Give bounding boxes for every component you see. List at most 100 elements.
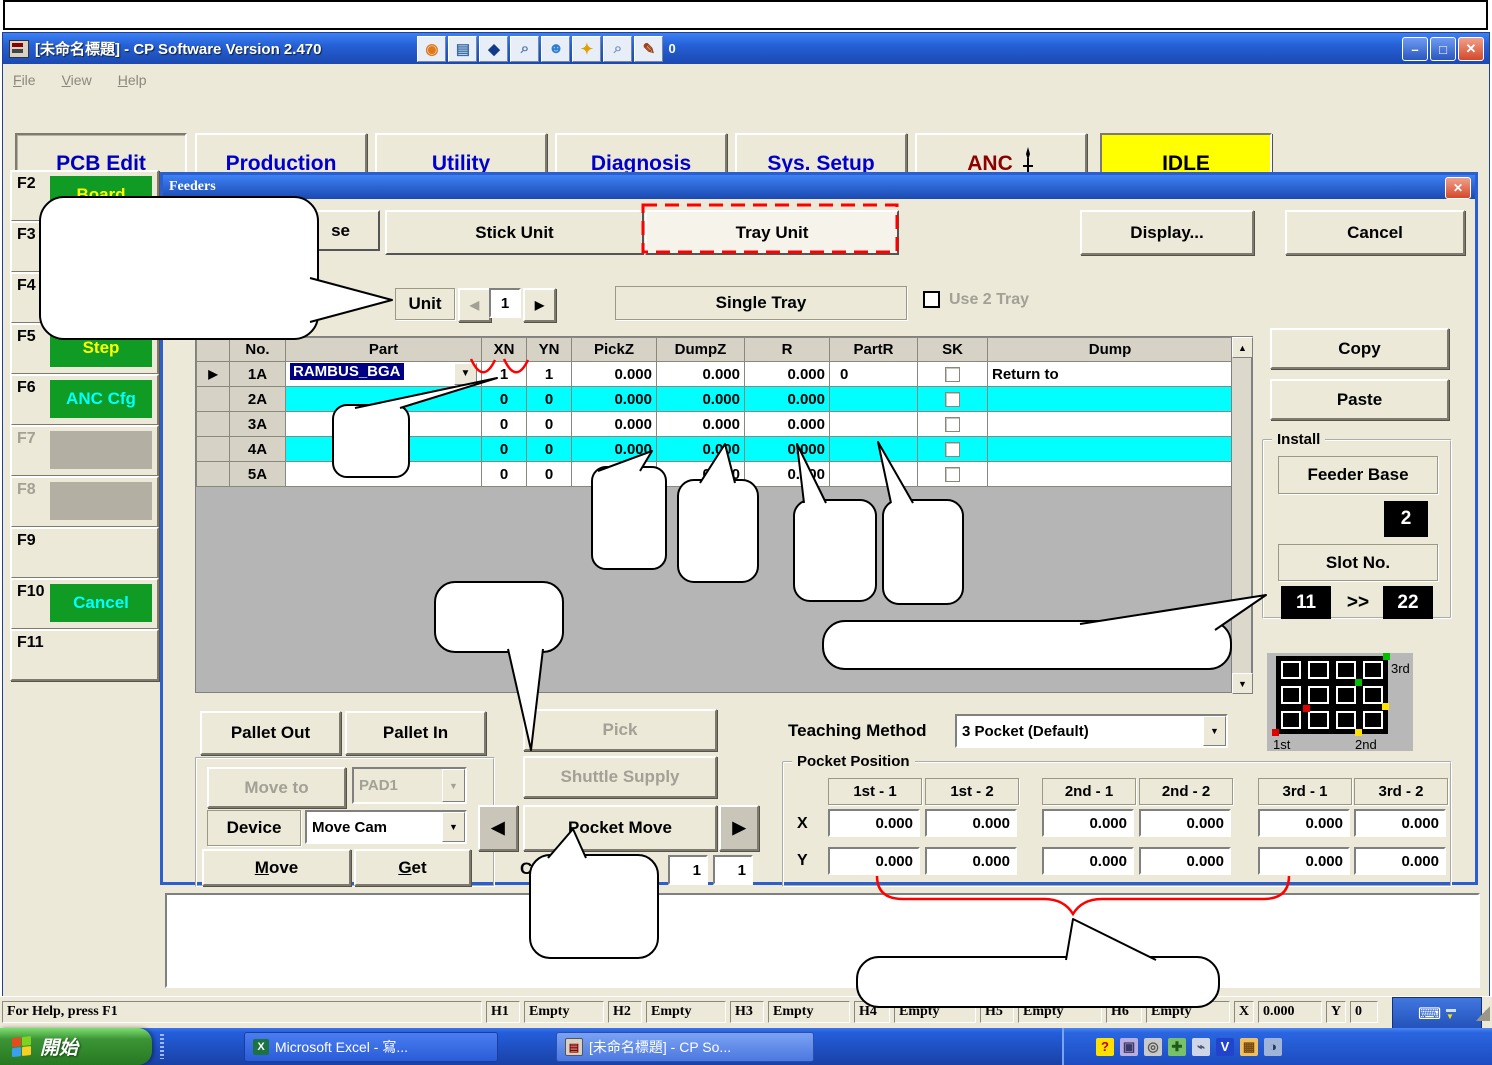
- pocket-next-button[interactable]: ▶: [719, 805, 759, 851]
- status-help-text: For Help, press F1: [2, 1001, 482, 1023]
- tab-stick-unit[interactable]: Stick Unit: [385, 210, 644, 255]
- fkey-f10-button[interactable]: F10Cancel: [10, 578, 159, 630]
- pocket-x-field-1[interactable]: 0.000: [828, 809, 920, 837]
- tab-feeder-base[interactable]: se: [168, 210, 380, 251]
- scroll-up-icon[interactable]: ▲: [1232, 337, 1253, 358]
- fkey-f11-button[interactable]: F11: [10, 629, 159, 681]
- fkey-f8-button[interactable]: F8: [10, 476, 159, 528]
- table-row[interactable]: ▶1A▼RAMBUS_BGA110.0000.0000.0000Return t…: [197, 362, 1233, 387]
- unit-value[interactable]: 1: [489, 288, 521, 318]
- dialog-cancel-button[interactable]: Cancel: [1285, 210, 1465, 255]
- table-row[interactable]: 5A000.0000.0000.000: [197, 462, 1233, 487]
- fkey-f2-button[interactable]: F2Board: [10, 170, 159, 222]
- pocket-y-field-1[interactable]: 0.000: [828, 847, 920, 875]
- move-to-button[interactable]: Move to: [207, 767, 346, 808]
- message-log-panel: [165, 893, 1480, 988]
- fkey-f4-button[interactable]: F4: [10, 272, 159, 324]
- pocket-move-button[interactable]: Pocket Move: [523, 805, 717, 851]
- fkey-f9-button[interactable]: F9: [10, 527, 159, 579]
- pocket-x-field-6[interactable]: 0.000: [1354, 809, 1446, 837]
- pallet-in-button[interactable]: Pallet In: [345, 711, 486, 755]
- pick-button[interactable]: Pick: [523, 709, 717, 751]
- menu-view[interactable]: View: [62, 72, 92, 88]
- get-button[interactable]: Get: [354, 849, 471, 886]
- taskbar-task-excel[interactable]: X Microsoft Excel - 寫...: [244, 1032, 498, 1062]
- sk-checkbox[interactable]: [945, 442, 960, 457]
- mouse-tray-icon[interactable]: ⌁: [1192, 1038, 1210, 1056]
- current-pocket-y[interactable]: 1: [713, 855, 753, 885]
- tip-icon[interactable]: ✦: [572, 36, 601, 62]
- pad-select[interactable]: PAD1 ▼: [352, 767, 467, 804]
- status-item: Empty: [646, 1001, 726, 1023]
- sk-checkbox[interactable]: [945, 367, 960, 382]
- language-bar[interactable]: ⌨ ▼: [1392, 997, 1482, 1031]
- device-label: Device: [207, 810, 301, 846]
- fkey-f3-button[interactable]: F3: [10, 221, 159, 273]
- pallet-out-button[interactable]: Pallet Out: [200, 711, 341, 755]
- pocket-x-field-3[interactable]: 0.000: [1042, 809, 1134, 837]
- pocket-x-field-5[interactable]: 0.000: [1258, 809, 1350, 837]
- fkey-f7-button[interactable]: F7: [10, 425, 159, 477]
- pocket-prev-button[interactable]: ◀: [478, 805, 518, 851]
- scheduler-tray-icon[interactable]: ▦: [1240, 1038, 1258, 1056]
- pocket-y-field-2[interactable]: 0.000: [925, 847, 1017, 875]
- menu-file[interactable]: File: [13, 72, 36, 88]
- pocket-y-field-4[interactable]: 0.000: [1139, 847, 1231, 875]
- notes-icon[interactable]: ✎: [634, 36, 663, 62]
- close-button[interactable]: ✕: [1458, 37, 1484, 61]
- feeder-base-label[interactable]: Feeder Base: [1278, 456, 1438, 494]
- search-doc-icon[interactable]: ⌕: [603, 36, 632, 62]
- move-button[interactable]: Move: [202, 849, 351, 886]
- tab-tray-unit[interactable]: Tray Unit: [645, 210, 899, 255]
- device-select[interactable]: Move Cam ▼: [305, 810, 467, 844]
- display-button[interactable]: Display...: [1080, 210, 1254, 255]
- dialog-close-icon[interactable]: ✕: [1445, 177, 1471, 199]
- pocket-y-field-6[interactable]: 0.000: [1354, 847, 1446, 875]
- use-2-tray-checkbox[interactable]: [923, 291, 940, 308]
- teaching-method-select[interactable]: 3 Pocket (Default) ▼: [955, 714, 1228, 748]
- table-row[interactable]: 3A000.0000.0000.000: [197, 412, 1233, 437]
- taskbar-task-cp-software[interactable]: ▤ [未命名標題] - CP So...: [556, 1032, 814, 1062]
- audio-tray-icon[interactable]: ◎: [1144, 1038, 1162, 1056]
- antivirus-tray-icon[interactable]: V: [1216, 1038, 1234, 1056]
- pocket-y-field-3[interactable]: 0.000: [1042, 847, 1134, 875]
- sk-checkbox[interactable]: [945, 417, 960, 432]
- network-tray-icon[interactable]: ▣: [1120, 1038, 1138, 1056]
- shuttle-supply-button[interactable]: Shuttle Supply: [523, 756, 717, 798]
- book-icon[interactable]: ◆: [479, 36, 508, 62]
- pocket-y-field-5[interactable]: 0.000: [1258, 847, 1350, 875]
- table-row[interactable]: 2A000.0000.0000.000: [197, 387, 1233, 412]
- help-tray-icon[interactable]: ?: [1096, 1038, 1114, 1056]
- table-row[interactable]: 4A000.0000.0000.000: [197, 437, 1233, 462]
- menu-help[interactable]: Help: [118, 72, 147, 88]
- sk-checkbox[interactable]: [945, 467, 960, 482]
- part-value[interactable]: RAMBUS_BGA: [290, 363, 404, 380]
- magnifier-icon[interactable]: ⌕: [510, 36, 539, 62]
- update-tray-icon[interactable]: ✚: [1168, 1038, 1186, 1056]
- fkey-f6-button[interactable]: F6ANC Cfg: [10, 374, 159, 426]
- table-scrollbar[interactable]: ▲ ▼: [1231, 336, 1252, 693]
- minimize-button[interactable]: –: [1402, 37, 1428, 61]
- scroll-down-icon[interactable]: ▼: [1232, 673, 1253, 694]
- window-titlebar[interactable]: [未命名標題] - CP Software Version 2.470 ◉▤◆⌕…: [3, 33, 1489, 64]
- part-dropdown-icon[interactable]: ▼: [454, 363, 477, 385]
- quicklaunch-separator: [160, 1034, 164, 1059]
- pocket-x-label: X: [797, 815, 808, 833]
- dialog-titlebar[interactable]: Feeders ✕: [163, 175, 1475, 199]
- target-icon[interactable]: ◉: [417, 36, 446, 62]
- pocket-x-field-2[interactable]: 0.000: [925, 809, 1017, 837]
- unit-prev-button[interactable]: ◀: [458, 288, 491, 322]
- current-pocket-x[interactable]: 1: [668, 855, 708, 885]
- volume-tray-icon[interactable]: ◑: [1264, 1038, 1282, 1056]
- fkey-f5-button[interactable]: F5Step: [10, 323, 159, 375]
- copy-button[interactable]: Copy: [1270, 328, 1449, 369]
- sk-checkbox[interactable]: [945, 392, 960, 407]
- maximize-button[interactable]: □: [1430, 37, 1456, 61]
- folder-image-icon[interactable]: ▤: [448, 36, 477, 62]
- start-button[interactable]: 開始: [0, 1028, 152, 1065]
- pocket-x-field-4[interactable]: 0.000: [1139, 809, 1231, 837]
- langbar-options-icon[interactable]: ▼: [1446, 1015, 1456, 1019]
- people-icon[interactable]: ☻: [541, 36, 570, 62]
- paste-button[interactable]: Paste: [1270, 379, 1449, 420]
- unit-next-button[interactable]: ▶: [523, 288, 556, 322]
